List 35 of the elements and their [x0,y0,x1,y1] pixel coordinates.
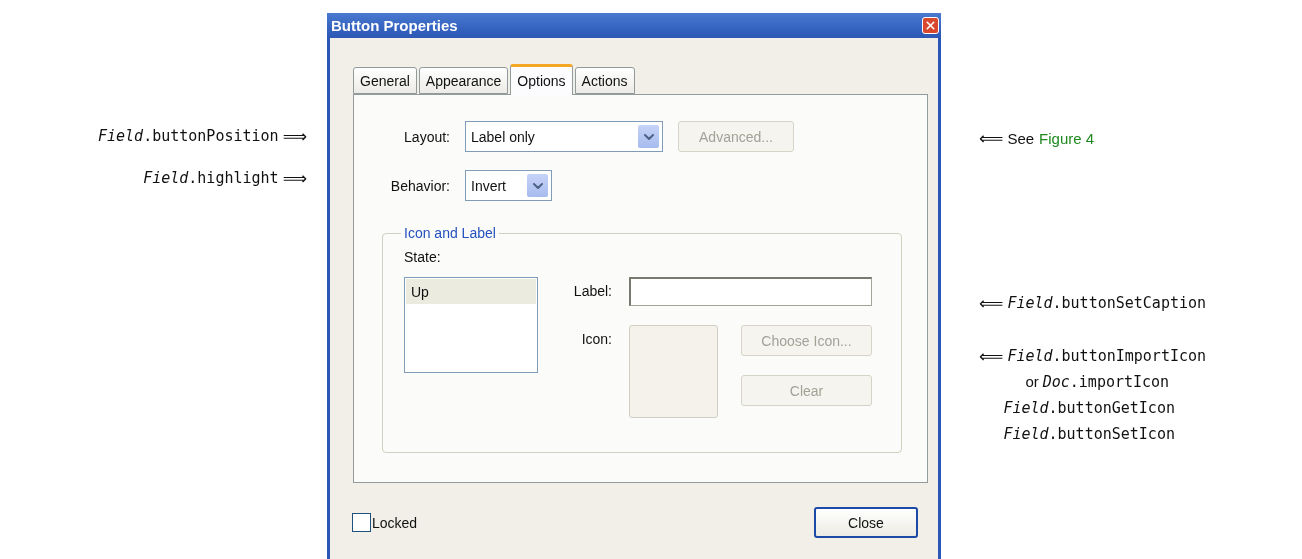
annotation-text: Field.highlight [143,169,279,187]
tab[interactable]: Actions [574,67,635,94]
field-label: Icon: [580,330,613,347]
field-label: State: [404,249,441,265]
double-arrow-icon: ⟸ [979,292,1004,314]
field-label: Behavior: [389,177,450,194]
window-title: Button Properties [330,17,458,34]
tab[interactable]: Appearance [418,67,509,94]
field-label: Layout: [403,128,450,145]
layout-dropdown[interactable]: Label only [465,121,663,152]
field-label: Label: [572,282,613,299]
annotation-text: Field.buttonPosition [98,127,279,145]
annotation-text: See [1007,129,1035,147]
annotation-text: Field.buttonGetIcon [1003,399,1175,417]
double-arrow-icon: ⟸ [979,345,1004,367]
close-button[interactable]: Close [814,507,918,538]
double-arrow-icon: ⟸ [979,127,1004,149]
annotation-text: or Doc.importIcon [1025,373,1170,391]
double-arrow-icon: ⟹ [282,125,307,147]
close-icon[interactable] [922,17,939,34]
annotation-text: Field.buttonImportIcon [1007,347,1207,365]
list-item[interactable]: Up [406,279,536,304]
double-arrow-icon: ⟹ [282,167,307,189]
group-title: Icon and Label [403,225,497,241]
chevron-down-icon [638,125,659,148]
tab[interactable]: Options [510,64,573,95]
annotation-text: Field.buttonSetIcon [1003,425,1175,443]
annotation-text: Field.buttonSetCaption [1007,294,1207,312]
figure-link[interactable]: Figure 4 [1039,129,1095,147]
checkbox-label: Locked [372,514,418,531]
behavior-dropdown[interactable]: Invert [465,170,552,201]
chevron-down-icon [527,174,548,197]
checkbox[interactable] [352,513,371,532]
label-input-field[interactable] [629,277,872,306]
tab[interactable]: General [353,67,417,94]
